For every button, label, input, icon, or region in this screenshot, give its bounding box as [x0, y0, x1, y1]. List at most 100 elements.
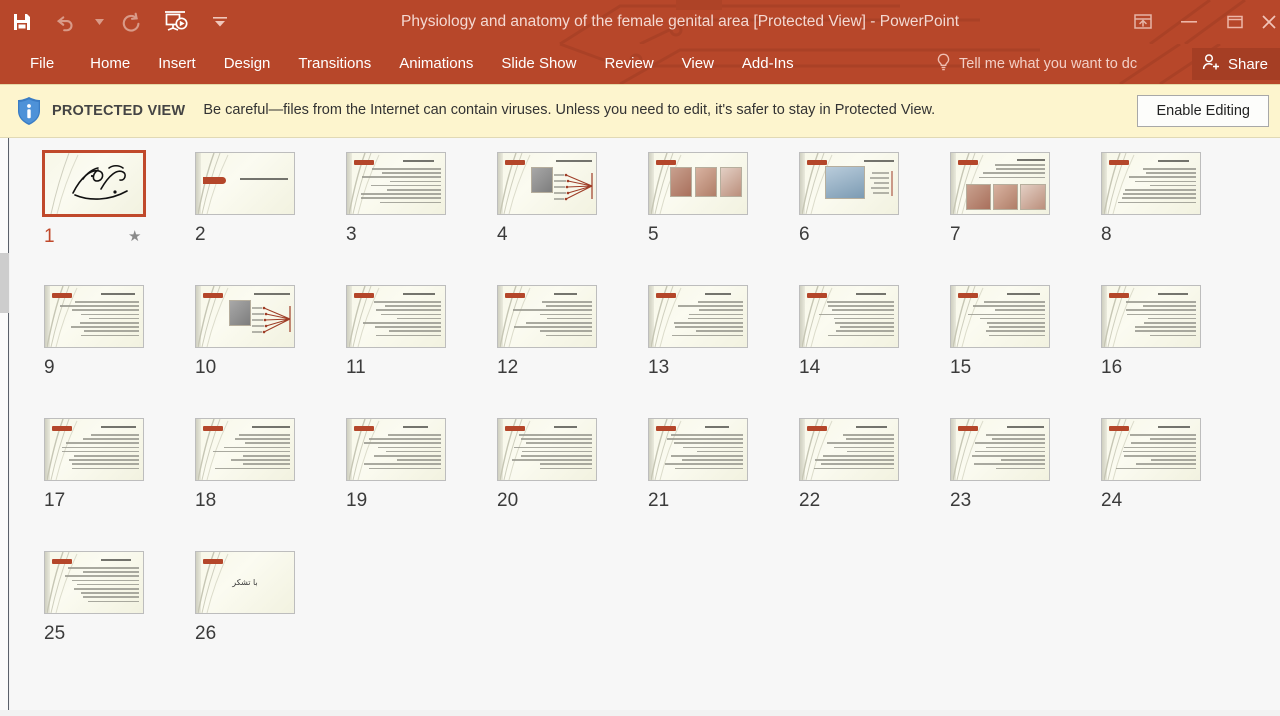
slide-thumbnail-10[interactable] — [195, 285, 295, 348]
slide-thumbnail-cell[interactable]: 6 — [799, 152, 950, 285]
tab-home[interactable]: Home — [76, 44, 144, 84]
slide-thumbnail-cell[interactable]: 3 — [346, 152, 497, 285]
slide-thumbnail-8[interactable] — [1101, 152, 1201, 215]
window-controls — [1120, 0, 1280, 44]
slide-thumbnail-26[interactable]: با تشکر — [195, 551, 295, 614]
slide-thumbnail-18[interactable] — [195, 418, 295, 481]
slide-number-label: 3 — [346, 224, 357, 245]
slide-thumbnail-cell[interactable]: 11 — [346, 285, 497, 418]
share-label: Share — [1227, 55, 1268, 73]
slide-thumbnail-cell[interactable]: 5 — [648, 152, 799, 285]
slide-sorter-view[interactable]: 1 ★ 2 3 4 5 6 7 8 9 10 11 12 13 14 15 16… — [10, 138, 1280, 710]
slide-thumbnail-cell[interactable]: 17 — [44, 418, 195, 551]
slide-thumbnail-cell[interactable]: 15 — [950, 285, 1101, 418]
tab-view[interactable]: View — [668, 44, 728, 84]
enable-editing-button[interactable]: Enable Editing — [1137, 95, 1269, 127]
share-button[interactable]: Share — [1191, 48, 1280, 80]
slide-thumbnail-13[interactable] — [648, 285, 748, 348]
slide-number-label: 14 — [799, 357, 821, 378]
slide-thumbnail-9[interactable] — [44, 285, 144, 348]
slide-thumbnail-cell[interactable]: 14 — [799, 285, 950, 418]
undo-dropdown-icon[interactable] — [88, 0, 110, 44]
slide-number-label: 1 — [44, 226, 55, 247]
slide-thumbnail-cell[interactable]: 21 — [648, 418, 799, 551]
slide-number-label: 4 — [497, 224, 508, 245]
slide-thumbnail-5[interactable] — [648, 152, 748, 215]
slide-thumbnail-cell[interactable]: 13 — [648, 285, 799, 418]
tab-transitions[interactable]: Transitions — [284, 44, 385, 84]
slide-thumbnail-12[interactable] — [497, 285, 597, 348]
tab-insert[interactable]: Insert — [144, 44, 210, 84]
slide-number-label: 12 — [497, 357, 519, 378]
slide-thumbnail-19[interactable] — [346, 418, 446, 481]
slide-thumbnail-cell[interactable]: 10 — [195, 285, 346, 418]
slide-number-label: 8 — [1101, 224, 1112, 245]
tab-animations[interactable]: Animations — [385, 44, 487, 84]
tab-review[interactable]: Review — [590, 44, 667, 84]
slide-thumbnail-cell[interactable]: 16 — [1101, 285, 1252, 418]
slide-thumbnail-cell[interactable]: 25 — [44, 551, 195, 684]
slide-thumbnail-15[interactable] — [950, 285, 1050, 348]
slide-thumbnail-17[interactable] — [44, 418, 144, 481]
slide-thumbnail-cell[interactable]: 1 ★ — [42, 150, 195, 285]
slide-thumbnail-cell[interactable]: با تشکر 26 — [195, 551, 346, 684]
slide-thumbnail-cell[interactable]: 22 — [799, 418, 950, 551]
tab-slide-show[interactable]: Slide Show — [487, 44, 590, 84]
left-scrollbar-rail[interactable] — [0, 138, 9, 710]
protected-view-badge: PROTECTED VIEW — [52, 103, 186, 119]
slide-thumbnail-23[interactable] — [950, 418, 1050, 481]
slide-thumbnail-16[interactable] — [1101, 285, 1201, 348]
slide-thumbnail-cell[interactable]: 9 — [44, 285, 195, 418]
start-from-beginning-button[interactable] — [154, 0, 198, 44]
tab-add-ins[interactable]: Add-Ins — [728, 44, 808, 84]
customize-qat-button[interactable] — [198, 0, 242, 44]
slide-thumbnail-25[interactable] — [44, 551, 144, 614]
slide-thumbnail-cell[interactable]: 20 — [497, 418, 648, 551]
slide-number-label: 16 — [1101, 357, 1123, 378]
slide-number-label: 17 — [44, 490, 66, 511]
slide-thumbnail-4[interactable] — [497, 152, 597, 215]
slide-thumbnail-cell[interactable]: 19 — [346, 418, 497, 551]
slide-thumbnail-24[interactable] — [1101, 418, 1201, 481]
minimize-button[interactable] — [1166, 0, 1212, 44]
slide-thumbnail-7[interactable] — [950, 152, 1050, 215]
slide-number-label: 15 — [950, 357, 972, 378]
left-scrollbar-thumb[interactable] — [0, 253, 9, 313]
slide-number-label: 25 — [44, 623, 66, 644]
slide-thumbnail-20[interactable] — [497, 418, 597, 481]
slide-thumbnail-cell[interactable]: 8 — [1101, 152, 1252, 285]
slide-thumbnail-11[interactable] — [346, 285, 446, 348]
slide-number-label: 6 — [799, 224, 810, 245]
slide-thumbnail-3[interactable] — [346, 152, 446, 215]
slide-thumbnail-1[interactable] — [42, 150, 146, 217]
save-button[interactable] — [0, 0, 44, 44]
ribbon-display-options-button[interactable] — [1120, 0, 1166, 44]
slide-thumbnail-6[interactable] — [799, 152, 899, 215]
slide-number-label: 13 — [648, 357, 670, 378]
animation-star-icon[interactable]: ★ — [128, 229, 141, 244]
close-button[interactable] — [1258, 0, 1280, 44]
undo-button[interactable] — [44, 0, 88, 44]
maximize-button[interactable] — [1212, 0, 1258, 44]
slide-thumbnail-21[interactable] — [648, 418, 748, 481]
redo-button[interactable] — [110, 0, 154, 44]
slide-number-label: 10 — [195, 357, 217, 378]
slide-thanks-text: با تشکر — [232, 578, 258, 587]
slide-thumbnail-cell[interactable]: 24 — [1101, 418, 1252, 551]
title-bar: Physiology and anatomy of the female gen… — [0, 0, 1280, 44]
slide-thumbnail-cell[interactable]: 12 — [497, 285, 648, 418]
tell-me-text: Tell me what you want to dc — [959, 56, 1138, 72]
slide-thumbnail-cell[interactable]: 2 — [195, 152, 346, 285]
slide-number-label: 22 — [799, 490, 821, 511]
tab-design[interactable]: Design — [210, 44, 285, 84]
slide-thumbnail-22[interactable] — [799, 418, 899, 481]
tab-file[interactable]: File — [0, 44, 76, 84]
slide-thumbnail-cell[interactable]: 4 — [497, 152, 648, 285]
slide-thumbnail-cell[interactable]: 18 — [195, 418, 346, 551]
slide-grid: 1 ★ 2 3 4 5 6 7 8 9 10 11 12 13 14 15 16… — [42, 150, 1280, 684]
tell-me-search[interactable]: Tell me what you want to dc — [936, 44, 1137, 84]
slide-thumbnail-2[interactable] — [195, 152, 295, 215]
slide-thumbnail-cell[interactable]: 7 — [950, 152, 1101, 285]
slide-thumbnail-14[interactable] — [799, 285, 899, 348]
slide-thumbnail-cell[interactable]: 23 — [950, 418, 1101, 551]
